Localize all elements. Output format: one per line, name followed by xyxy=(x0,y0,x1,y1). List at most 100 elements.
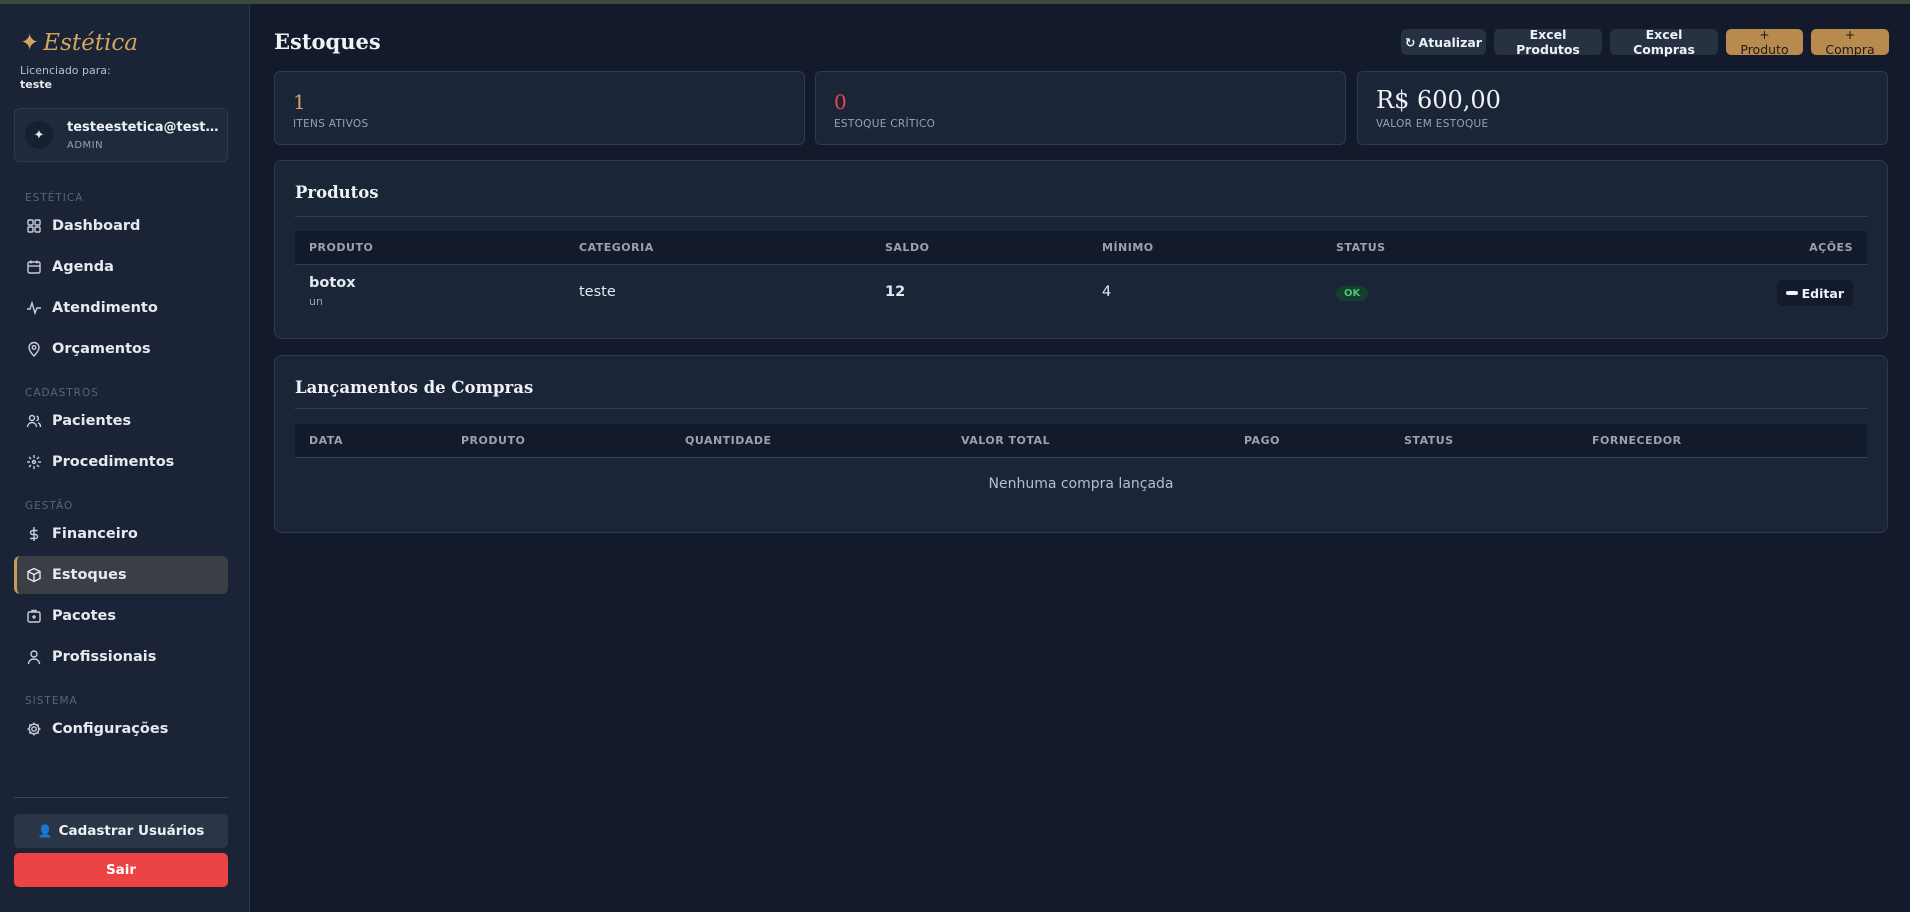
sidebar-item-label: Orçamentos xyxy=(52,341,151,357)
excel-products-button[interactable]: Excel Produtos xyxy=(1494,27,1602,57)
excel-purchases-button[interactable]: Excel Compras xyxy=(1610,27,1718,57)
register-users-label: Cadastrar Usuários xyxy=(58,823,205,839)
user-card[interactable]: ✦ testeestetica@teste.com ADMIN xyxy=(14,108,228,162)
sparkle-icon: ✦ xyxy=(20,30,40,56)
edit-icon xyxy=(1785,291,1798,295)
product-minimum: 4 xyxy=(1102,284,1112,300)
sidebar-item-dashboard[interactable]: Dashboard xyxy=(14,207,228,245)
sidebar-item-label: Atendimento xyxy=(52,300,158,316)
products-title: Produtos xyxy=(295,183,379,202)
empty-purchases-message: Nenhuma compra lançada xyxy=(988,476,1174,492)
user-role: ADMIN xyxy=(67,140,104,151)
sidebar-item-agenda[interactable]: Agenda xyxy=(14,248,228,286)
sidebar-item-label: Pacientes xyxy=(52,413,132,429)
refresh-icon: ↻ xyxy=(1405,34,1416,50)
gear-icon xyxy=(26,721,42,737)
table-row: botox un teste 12 4 OK Editar xyxy=(295,266,1867,320)
sidebar-item-label: Agenda xyxy=(52,259,114,275)
column-header: SALDO xyxy=(885,241,930,254)
sidebar-item-estoques[interactable]: Estoques xyxy=(14,556,228,594)
stat-label: ESTOQUE CRÍTICO xyxy=(834,118,936,130)
box-icon xyxy=(26,567,42,583)
column-header: CATEGORIA xyxy=(579,241,654,254)
users-icon xyxy=(26,413,42,429)
panel-divider xyxy=(295,408,1867,409)
add-product-button[interactable]: + Produto xyxy=(1726,27,1803,57)
product-balance: 12 xyxy=(885,284,906,300)
products-table-header: PRODUTO CATEGORIA SALDO MÍNIMO STATUS AÇ… xyxy=(295,231,1867,265)
sidebar: ✦ Estética Licenciado para: teste ✦ teste… xyxy=(0,4,250,912)
panel-divider xyxy=(295,216,1867,217)
sidebar-item-label: Dashboard xyxy=(52,218,141,234)
user-icon xyxy=(26,649,42,665)
refresh-label: Atualizar xyxy=(1418,34,1482,50)
sidebar-item-profissionais[interactable]: Profissionais xyxy=(14,638,228,676)
sidebar-item-procedimentos[interactable]: Procedimentos xyxy=(14,443,228,481)
brand-logo: ✦ Estética xyxy=(20,30,138,56)
products-panel: Produtos PRODUTO CATEGORIA SALDO MÍNIMO … xyxy=(274,160,1888,339)
refresh-button[interactable]: ↻ Atualizar xyxy=(1401,29,1486,55)
grid-icon xyxy=(26,218,42,234)
column-header: PRODUTO xyxy=(309,241,374,254)
brand-name: Estética xyxy=(43,30,138,56)
stat-value: 0 xyxy=(834,90,847,114)
product-unit: un xyxy=(309,295,323,308)
page-title: Estoques xyxy=(274,29,381,54)
window-top-border xyxy=(0,0,1910,4)
column-header: FORNECEDOR xyxy=(1592,434,1682,447)
user-email: testeestetica@teste.com xyxy=(67,120,223,135)
column-header: VALOR TOTAL xyxy=(961,434,1051,447)
sidebar-item-configuracoes[interactable]: Configurações xyxy=(14,710,228,748)
calendar-icon xyxy=(26,259,42,275)
column-header: PAGO xyxy=(1244,434,1280,447)
sidebar-item-label: Configurações xyxy=(52,721,169,737)
column-header: MÍNIMO xyxy=(1102,241,1154,254)
purchases-panel: Lançamentos de Compras DATA PRODUTO QUAN… xyxy=(274,355,1888,533)
section-title-cadastros: CADASTROS xyxy=(25,387,99,399)
person-icon: 👤 xyxy=(37,824,53,838)
sidebar-divider xyxy=(14,797,228,798)
column-header: PRODUTO xyxy=(461,434,526,447)
purchases-title: Lançamentos de Compras xyxy=(295,378,534,397)
column-header: AÇÕES xyxy=(1809,241,1853,254)
sidebar-item-label: Procedimentos xyxy=(52,454,175,470)
status-badge: OK xyxy=(1336,286,1369,301)
sidebar-item-label: Profissionais xyxy=(52,649,157,665)
sidebar-item-orcamentos[interactable]: Orçamentos xyxy=(14,330,228,368)
column-header: STATUS xyxy=(1336,241,1386,254)
sparkles-icon xyxy=(26,454,42,470)
dollar-icon xyxy=(26,526,42,542)
activity-icon xyxy=(26,300,42,316)
licensed-name: teste xyxy=(20,78,52,91)
column-header: DATA xyxy=(309,434,343,447)
product-category: teste xyxy=(579,284,616,300)
sidebar-item-pacientes[interactable]: Pacientes xyxy=(14,402,228,440)
stat-value: 1 xyxy=(293,90,306,114)
stat-card-critical-stock: 0 ESTOQUE CRÍTICO xyxy=(815,71,1346,145)
edit-button[interactable]: Editar xyxy=(1776,280,1853,306)
stat-label: ITENS ATIVOS xyxy=(293,118,369,130)
sidebar-item-atendimento[interactable]: Atendimento xyxy=(14,289,228,327)
stat-card-active-items: 1 ITENS ATIVOS xyxy=(274,71,805,145)
column-header: QUANTIDADE xyxy=(685,434,772,447)
licensed-label: Licenciado para: xyxy=(20,64,111,77)
column-header: STATUS xyxy=(1404,434,1454,447)
logout-button[interactable]: Sair xyxy=(14,853,228,887)
user-avatar-sparkle-icon: ✦ xyxy=(25,121,53,149)
section-title-sistema: SISTEMA xyxy=(25,695,78,707)
map-pin-icon xyxy=(26,341,42,357)
sidebar-item-label: Pacotes xyxy=(52,608,116,624)
package-icon xyxy=(26,608,42,624)
stat-label: VALOR EM ESTOQUE xyxy=(1376,118,1489,130)
purchases-table-header: DATA PRODUTO QUANTIDADE VALOR TOTAL PAGO… xyxy=(295,424,1867,458)
sidebar-item-label: Financeiro xyxy=(52,526,138,542)
stat-value: R$ 600,00 xyxy=(1376,86,1501,114)
edit-label: Editar xyxy=(1801,285,1844,301)
register-users-button[interactable]: 👤 Cadastrar Usuários xyxy=(14,814,228,848)
sidebar-item-financeiro[interactable]: Financeiro xyxy=(14,515,228,553)
product-name: botox xyxy=(309,275,356,291)
section-title-gestao: GESTÃO xyxy=(25,500,74,512)
add-purchase-button[interactable]: + Compra xyxy=(1811,27,1889,57)
sidebar-item-label: Estoques xyxy=(52,567,127,583)
sidebar-item-pacotes[interactable]: Pacotes xyxy=(14,597,228,635)
